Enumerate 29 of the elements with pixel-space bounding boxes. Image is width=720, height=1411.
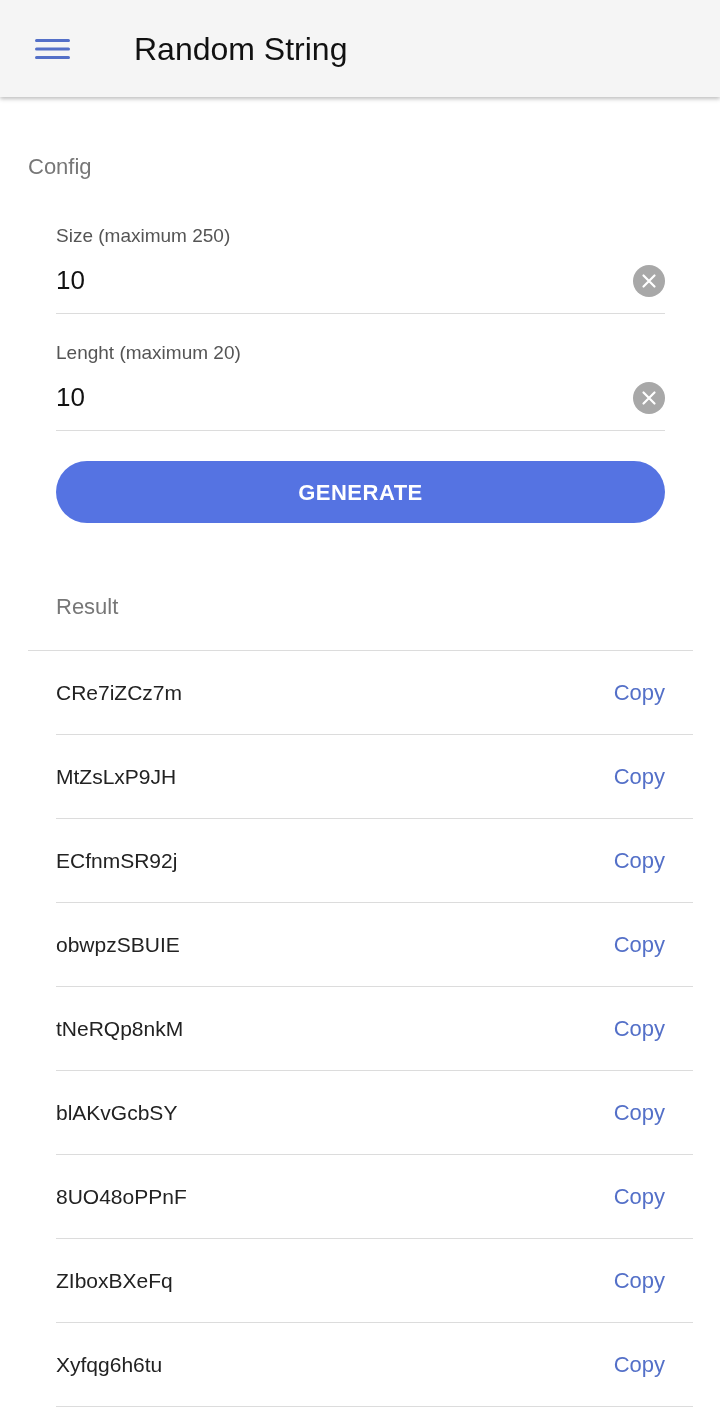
input-field[interactable]: 10 — [56, 372, 621, 423]
copy-button[interactable]: Copy — [613, 844, 665, 877]
random-string-text: CRe7iZCz7m — [56, 679, 183, 706]
section-heading: Config — [28, 153, 92, 181]
input-field[interactable]: 10 — [56, 255, 621, 306]
copy-button[interactable]: Copy — [613, 1348, 665, 1381]
field-label: Lenght (maximum 20) — [56, 341, 241, 365]
clear-icon[interactable] — [633, 381, 665, 414]
field-label: Size (maximum 250) — [56, 224, 231, 248]
copy-button[interactable]: Copy — [613, 1096, 665, 1129]
copy-button[interactable]: Copy — [613, 1012, 665, 1045]
copy-button[interactable]: Copy — [613, 1264, 665, 1297]
random-string-text: Xyfqg6h6tu — [56, 1351, 163, 1378]
copy-button[interactable]: Copy — [613, 1180, 665, 1213]
menu-icon[interactable] — [35, 38, 70, 59]
random-string-text: tNeRQp8nkM — [56, 1015, 184, 1042]
copy-button[interactable]: Copy — [613, 676, 665, 709]
random-string-text: 8UO48oPPnF — [56, 1183, 187, 1210]
section-heading: Result — [56, 593, 119, 621]
random-string-text: obwpzSBUIE — [56, 931, 180, 958]
random-string-text: ZIboxBXeFq — [56, 1267, 173, 1294]
random-string-text: MtZsLxP9JH — [56, 763, 177, 790]
generate-button[interactable]: GENERATE — [56, 461, 665, 523]
clear-icon[interactable] — [633, 264, 665, 297]
random-string-text: blAKvGcbSY — [56, 1099, 178, 1126]
copy-button[interactable]: Copy — [613, 928, 665, 961]
copy-button[interactable]: Copy — [613, 760, 665, 793]
app-title: Random String — [134, 29, 348, 69]
random-string-text: ECfnmSR92j — [56, 847, 178, 874]
